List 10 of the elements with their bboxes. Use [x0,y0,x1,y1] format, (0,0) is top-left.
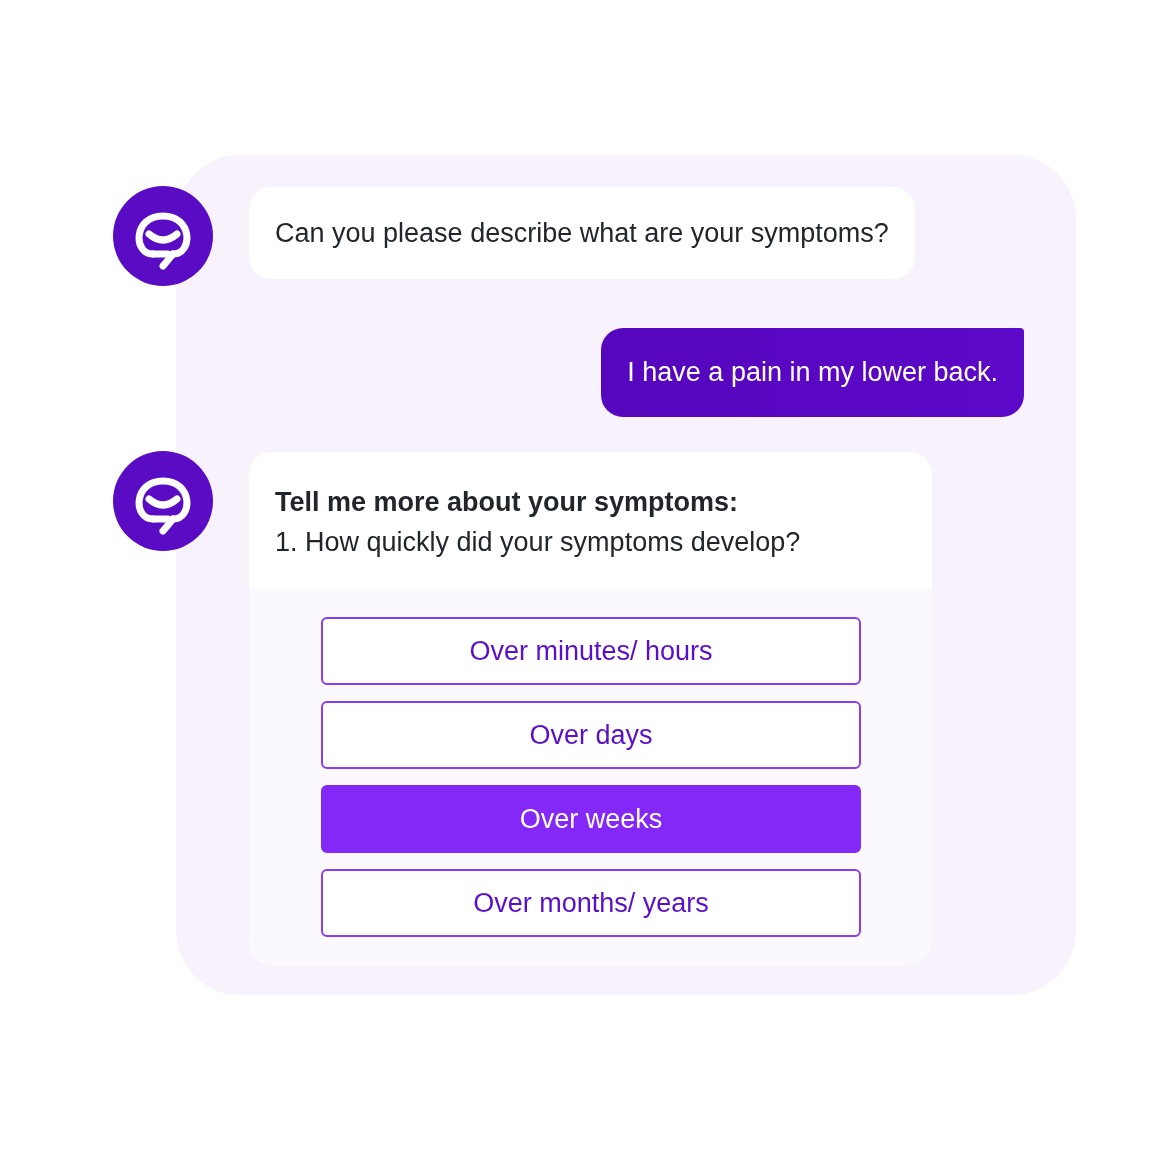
user-message-bubble: I have a pain in my lower back. [601,328,1024,417]
answer-option-button[interactable]: Over minutes/ hours [321,617,861,685]
answer-option-button[interactable]: Over weeks [321,785,861,853]
message-text: 1. How quickly did your symptoms develop? [275,526,802,559]
message-text: Can you please describe what are your symptoms? [275,217,889,250]
chat-bubble-smile-icon [113,451,213,551]
answer-option-button[interactable]: Over months/ years [321,869,861,937]
chat-bubble-smile-icon [113,186,213,286]
answer-option-button[interactable]: Over days [321,701,861,769]
message-title: Tell me more about your symptoms: [275,486,740,519]
